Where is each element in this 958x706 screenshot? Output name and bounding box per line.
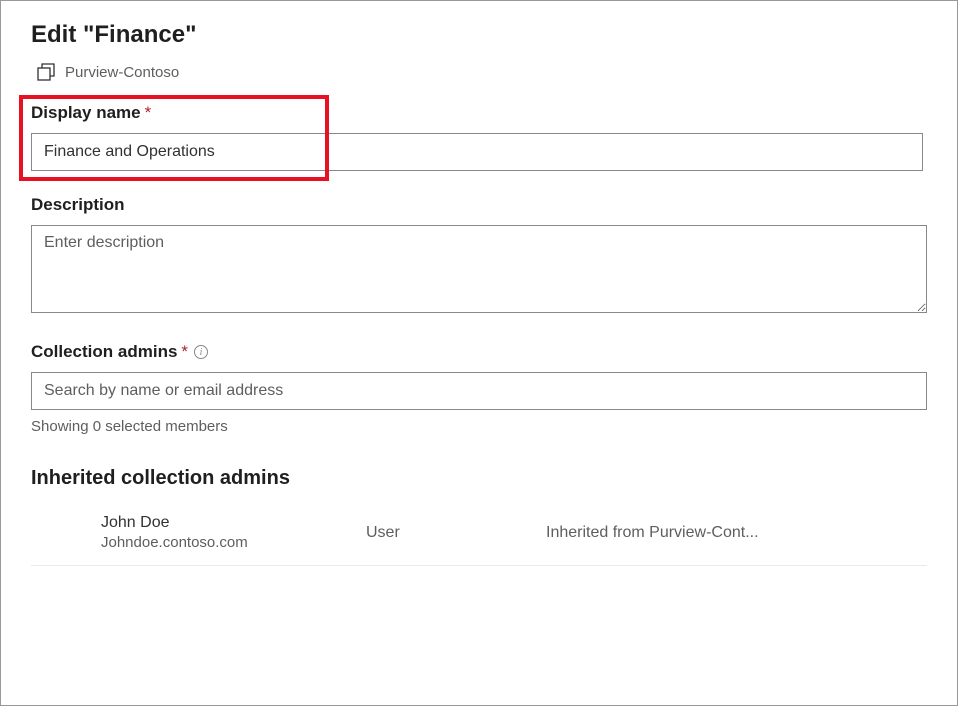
inherited-admin-row: John Doe Johndoe.contoso.com User Inheri… bbox=[31, 508, 927, 566]
collection-icon bbox=[37, 63, 55, 81]
parent-collection-breadcrumb: Purview-Contoso bbox=[37, 63, 927, 81]
display-name-field: Display name * bbox=[31, 103, 927, 171]
parent-collection-name: Purview-Contoso bbox=[65, 64, 179, 81]
collection-admins-label: Collection admins bbox=[31, 342, 177, 362]
display-name-label: Display name bbox=[31, 103, 141, 123]
collection-admins-field: Collection admins * i Showing 0 selected… bbox=[31, 342, 927, 435]
inherited-admins-heading: Inherited collection admins bbox=[31, 467, 927, 490]
display-name-input[interactable] bbox=[31, 133, 923, 171]
page-title: Edit "Finance" bbox=[31, 21, 927, 49]
info-icon[interactable]: i bbox=[194, 345, 208, 359]
selected-members-count: Showing 0 selected members bbox=[31, 418, 927, 435]
admin-type: User bbox=[366, 524, 546, 542]
description-input[interactable] bbox=[31, 225, 927, 313]
collection-admins-search-input[interactable] bbox=[31, 372, 927, 410]
required-indicator: * bbox=[145, 103, 152, 123]
required-indicator: * bbox=[181, 342, 188, 362]
description-field: Description bbox=[31, 195, 927, 318]
admin-name: John Doe bbox=[101, 514, 366, 532]
description-label: Description bbox=[31, 195, 125, 215]
admin-email: Johndoe.contoso.com bbox=[101, 534, 366, 551]
admin-inherited-from: Inherited from Purview-Cont... bbox=[546, 524, 927, 542]
